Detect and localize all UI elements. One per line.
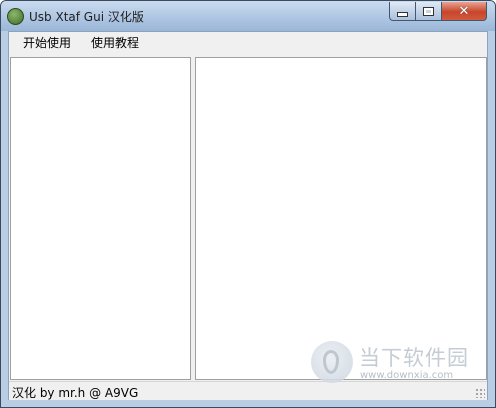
app-icon[interactable] xyxy=(7,8,24,25)
left-pane[interactable] xyxy=(10,57,191,380)
close-button[interactable]: ✕ xyxy=(441,2,487,21)
menu-item-start[interactable]: 开始使用 xyxy=(9,32,81,55)
client-area: 开始使用 使用教程 汉化 by mr.h @ A9VG xyxy=(8,31,488,400)
menu-item-tutorial[interactable]: 使用教程 xyxy=(81,32,149,55)
app-window: Usb Xtaf Gui 汉化版 ✕ 开始使用 使用教程 汉化 by mr.h … xyxy=(0,0,496,408)
window-title: Usb Xtaf Gui 汉化版 xyxy=(29,10,144,24)
right-pane[interactable] xyxy=(195,57,487,380)
menu-bar: 开始使用 使用教程 xyxy=(9,32,487,55)
maximize-button[interactable] xyxy=(415,2,442,21)
status-bar: 汉化 by mr.h @ A9VG xyxy=(9,381,487,400)
title-bar[interactable]: Usb Xtaf Gui 汉化版 ✕ xyxy=(1,1,495,31)
resize-grip-icon[interactable] xyxy=(475,388,485,398)
minimize-button[interactable] xyxy=(389,2,416,21)
status-text: 汉化 by mr.h @ A9VG xyxy=(12,386,139,400)
minimize-icon xyxy=(397,11,408,17)
close-icon: ✕ xyxy=(458,3,470,19)
maximize-icon xyxy=(423,6,434,16)
